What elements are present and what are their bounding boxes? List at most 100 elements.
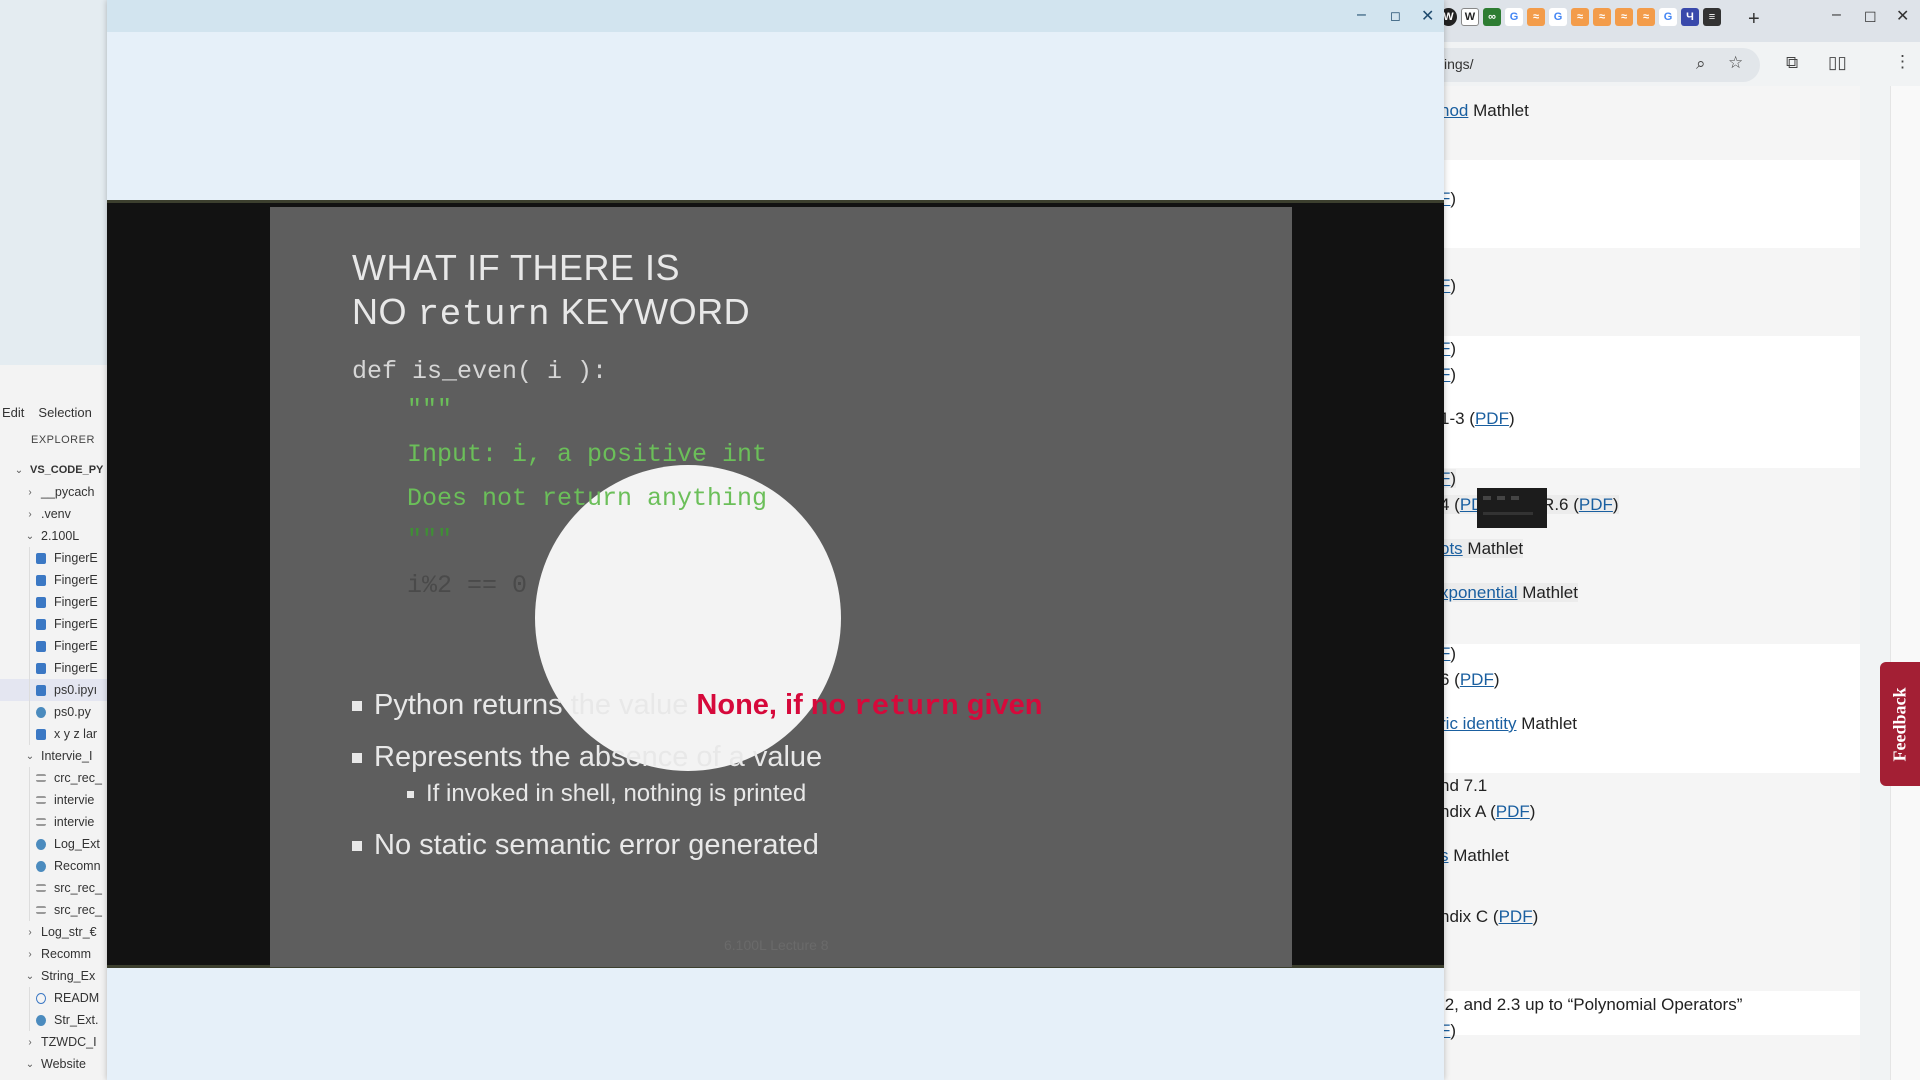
google-tab-icon[interactable]: G [1659,8,1677,26]
reading-list-line: nd 7.1 [1440,776,1487,796]
tree-file[interactable]: crc_rec_ [0,767,110,789]
code-docstring-line2: Does not return anything [407,484,768,513]
video-player-window: – ◻ ✕ WHAT IF THERE IS NO return KEYWORD… [107,0,1547,1080]
overlay-controls[interactable] [1477,488,1547,533]
nb-file-icon [36,684,46,696]
new-tab-icon[interactable]: + [1748,8,1760,31]
wikipedia-tab-icon[interactable]: W [1461,8,1479,26]
pinned-tabs: W W ∞ G ≈ G ≈ ≈ ≈ ≈ G Ч ≡ [1440,8,1721,26]
tree-file[interactable]: src_rec_ [0,877,110,899]
tree-folder[interactable]: › TZWDC_I [0,1031,110,1053]
vscode-titlebar-area [0,0,110,365]
tab-favicon-icon[interactable]: ≈ [1527,8,1545,26]
tree-file[interactable]: x y z lar [0,723,110,745]
tab-favicon-icon[interactable]: ≈ [1593,8,1611,26]
zoom-icon[interactable]: ⌕ [1696,54,1706,74]
tree-folder[interactable]: ⌄ String_Ex [0,965,110,987]
chevron-down-icon: ⌄ [25,1058,35,1070]
tab-favicon-icon[interactable]: Ч [1681,8,1699,26]
close-icon[interactable]: ✕ [1421,6,1434,26]
bullet-2: Represents the absence of a value [352,741,822,774]
menu-selection[interactable]: Selection [38,405,91,420]
reading-mode-icon[interactable]: ▯▯ [1828,53,1847,73]
google-tab-icon[interactable]: G [1549,8,1567,26]
slide-title-line1: WHAT IF THERE IS [352,247,681,288]
google-tab-icon[interactable]: G [1505,8,1523,26]
reading-list-line: xponential Mathlet [1440,583,1578,603]
reading-text: Mathlet [1462,539,1524,558]
reading-text: ) [1450,644,1457,663]
menu-kebab-icon[interactable]: ⋮ [1894,52,1911,72]
tree-folder[interactable]: › __pycach [0,481,110,503]
vscode-window: Edit Selection EXPLORER ⌄ VS_CODE_PY › __py… [0,0,110,1080]
maximize-icon[interactable]: ☐ [1864,9,1877,26]
reading-text: ) [1612,495,1619,514]
tree-item-label: FingerE [54,617,98,631]
tree-file[interactable]: FingerE [0,635,110,657]
reading-text: Mathlet [1516,714,1578,733]
tree-file[interactable]: src_rec_ [0,899,110,921]
tree-folder[interactable]: ⌄ 2.100L [0,525,110,547]
reading-link[interactable]: PDF [1496,802,1530,821]
maximize-icon[interactable]: ◻ [1390,8,1401,24]
tree-file[interactable]: intervie [0,811,110,833]
minimize-icon[interactable]: – [1357,6,1366,24]
close-icon[interactable]: ✕ [1896,6,1909,26]
tree-file[interactable]: Log_Ext [0,833,110,855]
tree-file[interactable]: READM [0,987,110,1009]
tree-file[interactable]: FingerE [0,591,110,613]
address-bar[interactable]: ings/ [1440,48,1760,82]
reading-list-line: hod Mathlet [1440,101,1529,121]
reading-list-line: ric identity Mathlet [1440,714,1577,734]
tree-item-label: Str_Ext. [54,1013,99,1027]
reading-link[interactable]: PDF [1499,907,1533,926]
tree-folder[interactable]: ⌄ Website [0,1053,110,1075]
scrollbar[interactable] [1890,86,1920,1080]
reading-text: ) [1450,339,1457,358]
tab-favicon-icon[interactable]: ≈ [1571,8,1589,26]
minimize-icon[interactable]: – [1832,6,1841,24]
browser-window: W W ∞ G ≈ G ≈ ≈ ≈ ≈ G Ч ≡ + – ☐ ✕ ings/ … [1440,0,1920,1080]
reading-link[interactable]: PDF [1579,495,1613,514]
tab-favicon-icon[interactable]: ≈ [1637,8,1655,26]
chevron-right-icon: › [28,1036,32,1048]
reading-text: ) [1529,802,1536,821]
tree-file[interactable]: FingerE [0,547,110,569]
extensions-icon[interactable]: ⧉ [1786,53,1798,73]
tree-item-label: x y z lar [54,727,98,741]
tree-file[interactable]: FingerE [0,657,110,679]
menu-edit[interactable]: Edit [2,405,24,420]
tree-folder[interactable]: › Log_str_€ [0,921,110,943]
tree-item-label: String_Ex [41,969,96,983]
reading-text: ) [1450,365,1457,384]
reading-link[interactable]: ric identity [1440,714,1517,733]
tab-favicon-icon[interactable]: ∞ [1483,8,1501,26]
tree-folder[interactable]: ⌄ VS_CODE_PY [0,459,110,481]
reading-link[interactable]: xponential [1440,583,1518,602]
reading-link[interactable]: PDF [1460,670,1494,689]
video-frame[interactable]: WHAT IF THERE IS NO return KEYWORD def i… [107,200,1547,968]
tree-file[interactable]: ps0.ipyı [0,679,110,701]
page-content: hod MathletF)F)F)F)1-3 (PDF)F)4 (PDF) an… [1440,86,1860,1080]
tree-file[interactable]: intervie [0,789,110,811]
tree-file[interactable]: FingerE [0,613,110,635]
tree-file[interactable]: Recomn [0,855,110,877]
sub-bullet: If invoked in shell, nothing is printed [407,780,806,808]
py-file-icon [36,706,46,718]
tree-folder[interactable]: › .venv [0,503,110,525]
tree-file[interactable]: ps0.py [0,701,110,723]
tree-folder[interactable]: › Recomm [0,943,110,965]
reading-link[interactable]: PDF [1475,409,1509,428]
tab-favicon-icon[interactable]: ≡ [1703,8,1721,26]
feedback-button[interactable]: Feedback [1880,662,1920,786]
reading-link[interactable]: hod [1440,101,1468,120]
tab-favicon-icon[interactable]: ≈ [1615,8,1633,26]
tree-file[interactable]: Str_Ext. [0,1009,110,1031]
lecture-slide: WHAT IF THERE IS NO return KEYWORD def i… [270,207,1292,967]
tree-folder[interactable]: ⌄ Intervie_I [0,745,110,767]
tree-file[interactable]: FingerE [0,569,110,591]
bookmark-star-icon[interactable]: ☆ [1728,53,1743,73]
vscode-menubar: Edit Selection [0,398,92,426]
browser-tabstrip: W W ∞ G ≈ G ≈ ≈ ≈ ≈ G Ч ≡ + – ☐ ✕ [1440,0,1920,42]
code-docstring-close: """ [407,525,453,554]
